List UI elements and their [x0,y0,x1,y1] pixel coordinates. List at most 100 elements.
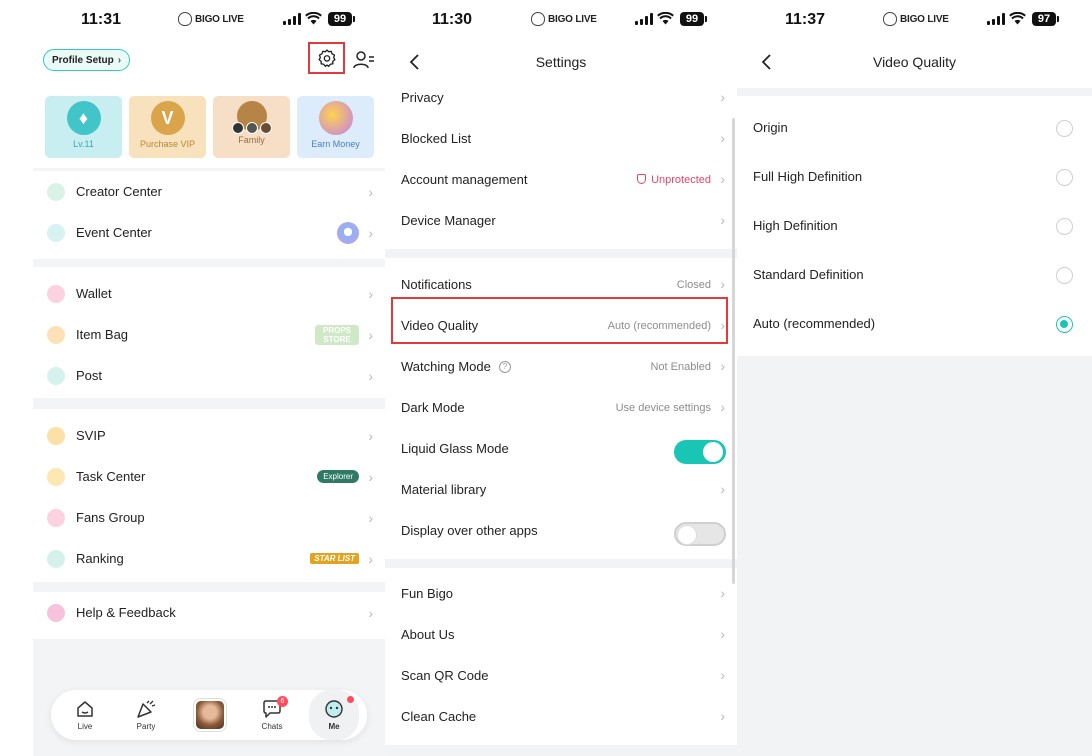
explorer-badge: Explorer [317,470,359,483]
gear-icon [317,49,336,68]
chevron-right-icon: › [368,285,373,302]
help-circle-icon[interactable]: ? [499,361,511,373]
settings-blocked-list[interactable]: Blocked List › [385,119,737,160]
chevron-right-icon: › [368,468,373,485]
nav-party[interactable]: Party [121,690,171,740]
fans-icon [47,508,65,527]
brand-logo: BIGO LIVE [531,12,597,26]
option-hd[interactable]: High Definition [737,202,1092,251]
chevron-right-icon: › [368,326,373,343]
video-quality-screen: 11:37 BIGO LIVE 97 Video Quality Origin … [737,0,1092,756]
radio-full-hd[interactable] [1056,169,1073,186]
nav-live[interactable]: Live [60,690,110,740]
settings-watching-mode[interactable]: Watching Mode ? Not Enabled › [385,347,737,388]
status-bar: 11:37 BIGO LIVE 97 [737,0,1092,40]
option-auto[interactable]: Auto (recommended) [737,300,1092,349]
status-time: 11:30 [432,11,473,28]
wifi-icon [657,12,674,25]
menu-event-center[interactable]: Event Center › [33,212,385,253]
radio-sd[interactable] [1056,267,1073,284]
chevron-right-icon: › [720,399,725,415]
brand-logo: BIGO LIVE [178,12,244,26]
settings-liquid-glass-mode: Liquid Glass Mode [385,429,737,470]
me-mascot-icon [325,700,343,718]
option-origin[interactable]: Origin [737,104,1092,153]
menu-group-4: Help & Feedback › [33,592,385,639]
chevron-right-icon: › [368,224,373,241]
menu-item-bag[interactable]: Item Bag PROPS STORE › [33,314,385,355]
menu-ranking[interactable]: Ranking STAR LIST › [33,538,385,579]
settings-button[interactable] [308,42,345,74]
settings-fun-bigo[interactable]: Fun Bigo › [385,574,737,615]
star-list-badge: STAR LIST [310,553,359,564]
settings-material-library[interactable]: Material library › [385,470,737,511]
svip-icon [47,426,65,445]
bottom-navigation: Live Party 6 Chats Me [51,690,367,740]
chevron-right-icon: › [720,481,725,497]
wifi-icon [305,12,322,25]
menu-svip[interactable]: SVIP › [33,415,385,456]
event-avatar-icon [337,221,359,244]
video-quality-highlight [391,297,728,344]
ranking-icon [47,549,65,568]
status-time: 11:37 [785,11,826,28]
feature-tiles: ♦ Lv.11 V Purchase VIP Family Earn Money [45,96,374,158]
settings-clean-cache[interactable]: Clean Cache › [385,697,737,738]
me-screen: 11:31 BIGO LIVE 99 Profile Setup › ♦ Lv.1… [33,0,385,756]
menu-group-2: Wallet › Item Bag PROPS STORE › Post › [33,267,385,398]
megaphone-icon [47,223,65,242]
chevron-right-icon: › [368,367,373,384]
chevron-right-icon: › [368,604,373,621]
post-icon [47,366,65,385]
chevron-right-icon: › [368,509,373,526]
scrollbar[interactable] [732,118,735,584]
option-full-hd[interactable]: Full High Definition [737,153,1092,202]
shield-icon [637,174,647,184]
status-time: 11:31 [81,11,122,28]
menu-task-center[interactable]: Task Center Explorer › [33,456,385,497]
chevron-right-icon: › [368,183,373,200]
settings-privacy[interactable]: Privacy › [385,78,737,119]
nav-chats[interactable]: 6 Chats [247,690,297,740]
nav-profile-avatar[interactable] [185,690,235,740]
settings-display-over-apps: Display over other apps [385,511,737,552]
menu-post[interactable]: Post › [33,355,385,396]
level-tile[interactable]: ♦ Lv.11 [45,96,122,158]
signal-icon [283,13,301,25]
profile-setup-button[interactable]: Profile Setup › [43,49,131,71]
display-over-apps-toggle[interactable] [674,522,726,546]
nav-me[interactable]: Me [309,690,359,740]
battery-indicator: 99 [328,12,355,26]
settings-screen: 11:30 BIGO LIVE 99 Settings Privacy › Blo… [385,0,737,756]
contacts-icon[interactable] [353,49,375,71]
menu-group-3: SVIP › Task Center Explorer › Fans Group… [33,409,385,582]
chart-icon [47,182,65,201]
earn-money-tile[interactable]: Earn Money [297,96,374,158]
chevron-right-icon: › [720,358,725,374]
liquid-glass-toggle[interactable] [674,440,726,464]
menu-fans-group[interactable]: Fans Group › [33,497,385,538]
radio-hd[interactable] [1056,218,1073,235]
family-avatars [231,122,272,134]
wifi-icon [1009,12,1026,25]
settings-scan-qr-code[interactable]: Scan QR Code › [385,656,737,697]
chevron-right-icon: › [720,626,725,642]
radio-origin[interactable] [1056,120,1073,137]
unprotected-status: Unprotected [637,174,711,186]
status-bar: 11:31 BIGO LIVE 99 [33,0,385,40]
menu-wallet[interactable]: Wallet › [33,273,385,314]
purchase-vip-tile[interactable]: V Purchase VIP [129,96,206,158]
radio-auto[interactable] [1056,316,1073,333]
diamond-icon: ♦ [66,101,101,135]
help-icon [47,603,65,622]
settings-dark-mode[interactable]: Dark Mode Use device settings › [385,388,737,429]
signal-icon [635,13,653,25]
settings-about-us[interactable]: About Us › [385,615,737,656]
menu-creator-center[interactable]: Creator Center › [33,171,385,212]
settings-account-management[interactable]: Account management Unprotected › [385,160,737,201]
page-title: Settings [535,54,587,70]
settings-device-manager[interactable]: Device Manager › [385,201,737,242]
option-sd[interactable]: Standard Definition [737,251,1092,300]
menu-help-feedback[interactable]: Help & Feedback › [33,592,385,633]
family-tile[interactable]: Family [213,96,290,158]
